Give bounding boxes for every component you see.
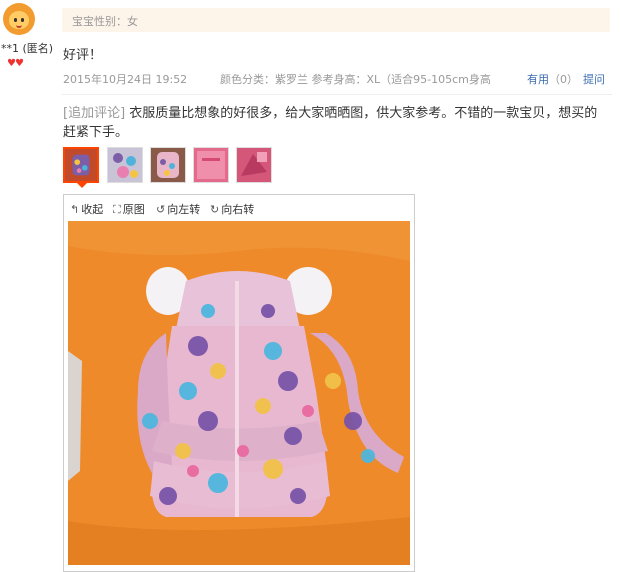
append-review: [追加评论] 衣服质量比想象的好很多，给大家晒晒图，供大家参考。不错的一款宝贝，… xyxy=(63,104,608,142)
thumbnail-image xyxy=(237,148,271,182)
useful-button[interactable]: 有用（0） xyxy=(527,71,578,87)
rank-heart-icon: ♥♥ xyxy=(7,58,24,69)
thumbnail-image xyxy=(65,149,97,181)
rotate-left-button[interactable]: ↺ 向左转 xyxy=(156,201,200,217)
rotate-right-icon: ↻ xyxy=(210,203,220,216)
review-meta: 2015年10月24日 19:52 颜色分类：紫罗兰 参考身高：XL（适合95-… xyxy=(63,71,608,87)
review-date: 2015年10月24日 19:52 xyxy=(63,73,188,86)
thumbnail[interactable] xyxy=(236,147,272,183)
thumbnail-image xyxy=(194,148,228,182)
thumbnail-image xyxy=(108,148,142,182)
collapse-label: 收起 xyxy=(81,203,104,216)
append-text: 衣服质量比想象的好很多，给大家晒晒图，供大家参考。不错的一款宝贝，想买的赶紧下手… xyxy=(63,106,598,140)
rotate-right-label: 向右转 xyxy=(221,203,255,216)
useful-count: （0） xyxy=(549,73,578,86)
divider xyxy=(62,94,612,95)
avatar-eye xyxy=(14,18,17,22)
avatar-eye xyxy=(21,18,24,22)
image-viewer: ↰ 收起 ⛶ 原图 ↺ 向左转 ↻ 向右转 xyxy=(63,194,415,572)
sku-info: 颜色分类：紫罗兰 参考身高：XL（适合95-105cm身高 xyxy=(220,73,491,86)
thumbnail[interactable] xyxy=(63,147,99,183)
original-image-button[interactable]: ⛶ 原图 xyxy=(113,201,145,217)
thumbnail[interactable] xyxy=(150,147,186,183)
username: **1 (匿名) xyxy=(1,42,54,55)
useful-label: 有用 xyxy=(527,73,549,86)
product-photo[interactable] xyxy=(68,221,410,565)
expand-icon: ⛶ xyxy=(113,203,121,216)
rotate-left-icon: ↺ xyxy=(156,203,166,216)
avatar-face xyxy=(9,11,29,29)
thumbnail[interactable] xyxy=(193,147,229,183)
collapse-icon: ↰ xyxy=(70,203,80,216)
ask-button[interactable]: 提问 xyxy=(583,71,605,87)
avatar[interactable] xyxy=(3,3,35,35)
rotate-left-label: 向左转 xyxy=(167,203,201,216)
review-text: 好评！ xyxy=(63,48,103,63)
collapse-button[interactable]: ↰ 收起 xyxy=(70,201,103,217)
thumbnail-image xyxy=(151,148,185,182)
rotate-right-button[interactable]: ↻ 向右转 xyxy=(210,201,254,217)
avatar-mouth xyxy=(16,23,22,28)
original-label: 原图 xyxy=(122,203,145,216)
jacket-image xyxy=(68,221,410,565)
append-tag: [追加评论] xyxy=(63,106,126,121)
thumbnail[interactable] xyxy=(107,147,143,183)
gender-bar: 宝宝性别：女 xyxy=(62,8,610,32)
gender-label: 宝宝性别：女 xyxy=(72,15,138,28)
active-thumb-arrow-icon xyxy=(77,183,87,188)
